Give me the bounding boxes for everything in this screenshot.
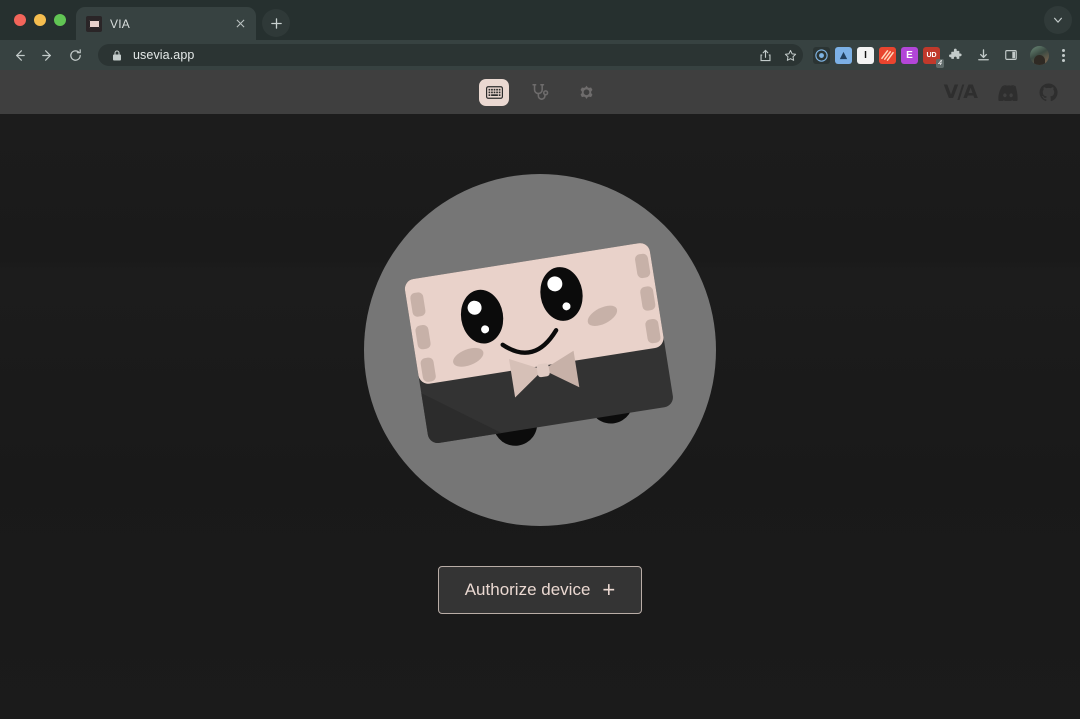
extension-icons: I E UD 4 — [811, 46, 944, 68]
purple-e-extension-icon[interactable]: E — [901, 46, 918, 64]
via-app: V/A Authorize device + — [0, 70, 1080, 719]
blue-extension-icon[interactable] — [835, 46, 852, 64]
keyboard-tab[interactable] — [479, 78, 509, 106]
via-keyboard-favicon — [86, 15, 102, 32]
avatar — [1029, 45, 1049, 65]
app-header: V/A — [0, 70, 1080, 114]
star-icon[interactable] — [781, 46, 799, 64]
chrome-menu-icon[interactable] — [1054, 42, 1072, 68]
ud-extension-icon[interactable]: UD 4 — [923, 46, 944, 68]
browser-window: VIA usevia.app I E UD 4 V/A Authorize de… — [0, 0, 1080, 719]
address-bar[interactable]: usevia.app — [98, 44, 803, 66]
new-tab-button[interactable] — [262, 9, 290, 37]
via-keyboard-mascot — [364, 173, 716, 526]
tab-title: VIA — [110, 16, 130, 31]
close-icon[interactable] — [232, 16, 248, 32]
side-panel-icon[interactable] — [998, 42, 1024, 68]
browser-toolbar: usevia.app I E UD 4 — [0, 40, 1080, 70]
lock-icon — [108, 46, 126, 64]
authorize-device-label: Authorize device — [464, 579, 591, 599]
share-icon[interactable] — [756, 46, 774, 64]
close-window-button[interactable] — [14, 14, 26, 26]
url-text: usevia.app — [133, 48, 195, 62]
browser-tab-via[interactable]: VIA — [76, 7, 256, 40]
back-button[interactable] — [6, 42, 32, 68]
puzzle-extensions-icon[interactable] — [942, 42, 968, 68]
download-icon[interactable] — [970, 42, 996, 68]
discord-icon[interactable] — [997, 84, 1019, 101]
app-nav — [479, 78, 601, 106]
reload-button[interactable] — [62, 42, 88, 68]
gear-icon — [580, 85, 592, 99]
instapaper-extension-icon[interactable]: I — [857, 46, 874, 64]
window-controls — [10, 0, 76, 40]
authorize-device-button[interactable]: Authorize device + — [437, 565, 643, 614]
settings-tab[interactable] — [571, 79, 601, 106]
via-logo: V/A — [943, 81, 978, 103]
profile-avatar[interactable] — [1026, 42, 1052, 68]
maximize-window-button[interactable] — [54, 14, 66, 26]
extension-badge-count: 4 — [936, 58, 944, 68]
tab-strip: VIA — [0, 0, 1080, 40]
minimize-window-button[interactable] — [34, 14, 46, 26]
tab-search-button[interactable] — [1044, 6, 1072, 34]
main-content: Authorize device + — [0, 114, 1080, 719]
red-stripes-extension-icon[interactable] — [879, 46, 896, 64]
github-icon[interactable] — [1039, 82, 1058, 102]
plus-icon: + — [602, 576, 616, 602]
debug-tab[interactable] — [525, 79, 555, 106]
keyboard-icon — [485, 85, 503, 99]
forward-button[interactable] — [34, 42, 60, 68]
brand-links: V/A — [944, 70, 1058, 114]
1password-extension-icon[interactable] — [813, 46, 830, 64]
stethoscope-icon — [532, 83, 549, 100]
